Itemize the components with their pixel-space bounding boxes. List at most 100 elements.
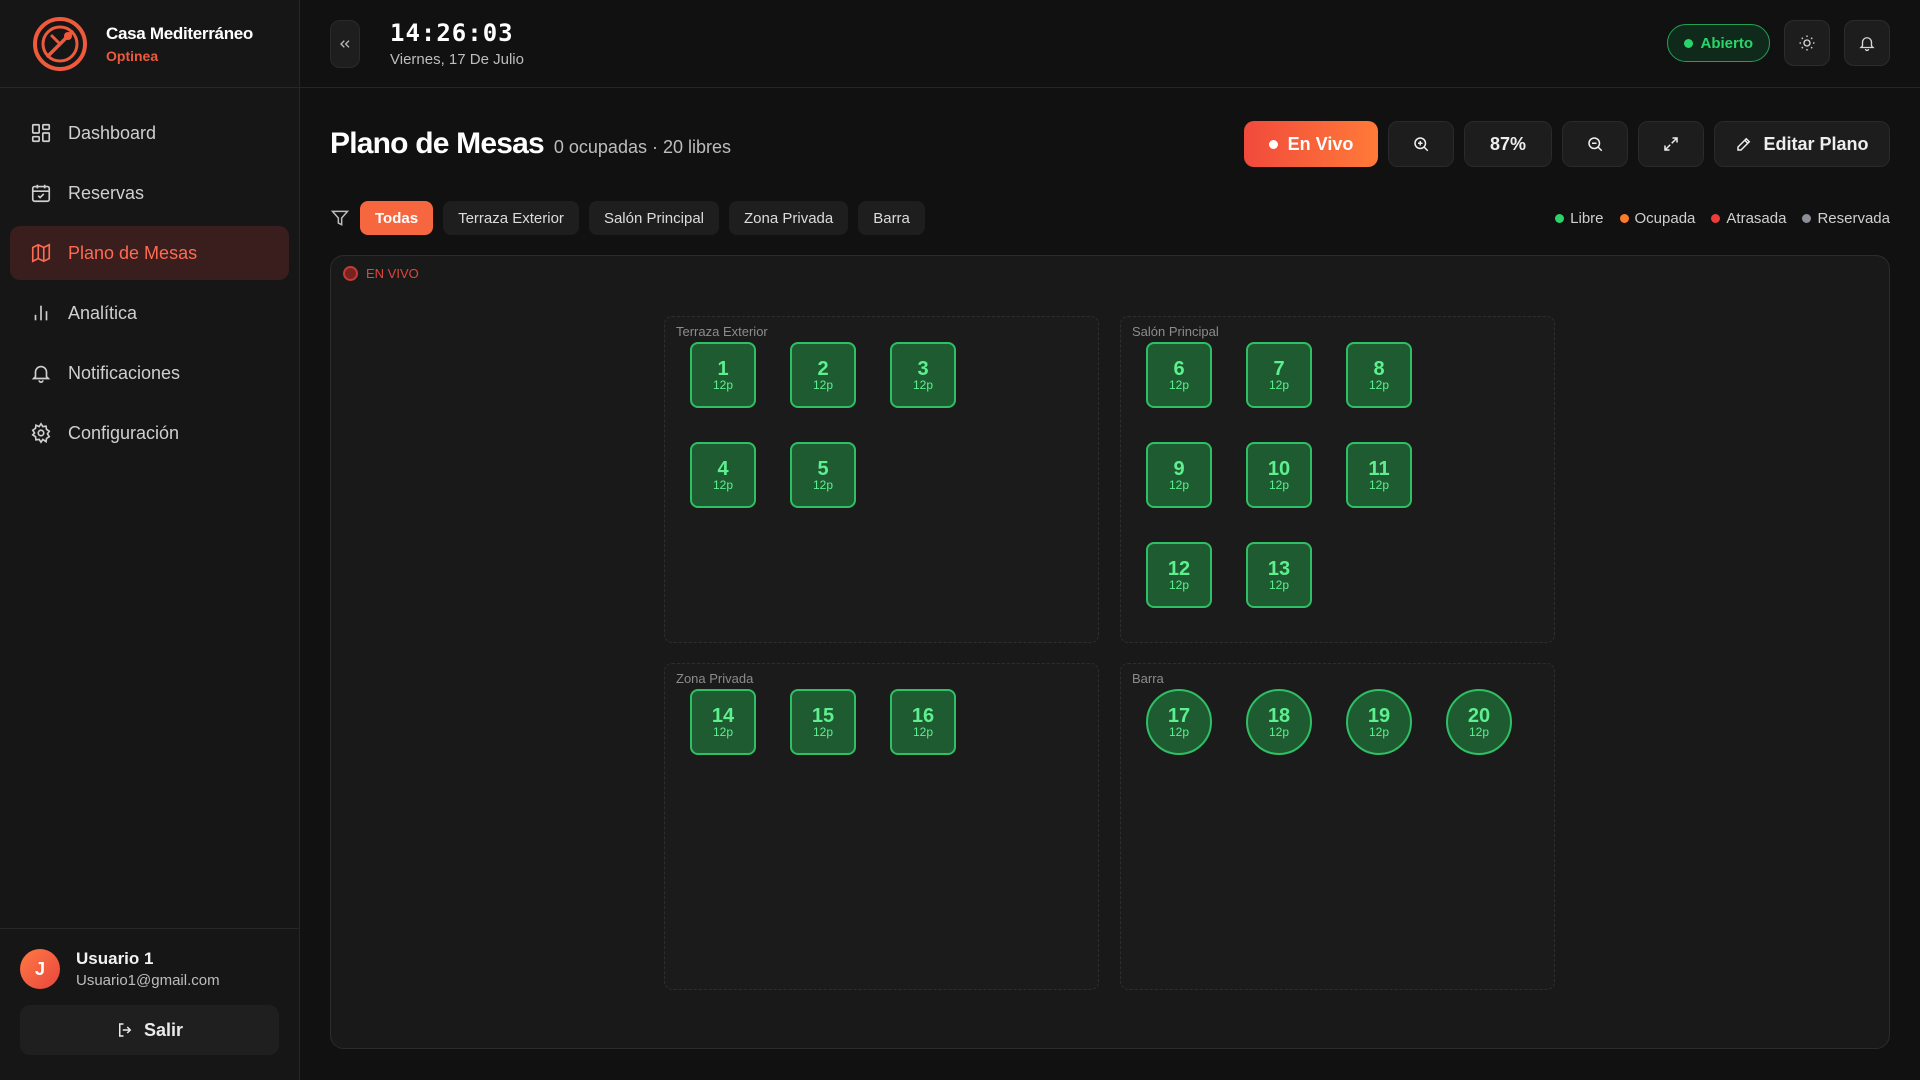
table-number: 20 (1467, 704, 1491, 727)
table-capacity: 12p (1368, 377, 1390, 392)
zoom-level: 87% (1464, 121, 1552, 167)
zoom-in-icon (1414, 137, 1429, 152)
notifications-button[interactable] (1844, 20, 1890, 66)
table-capacity: 12p (1168, 577, 1190, 592)
legend-item-ocupada: Ocupada (1619, 210, 1695, 227)
zone-label: Zona Privada (676, 671, 754, 686)
fullscreen-button[interactable] (1638, 121, 1704, 167)
restaurant-logo-icon (33, 16, 87, 71)
table-8[interactable]: 8 12p (1346, 342, 1412, 408)
filter-chip-todas[interactable]: Todas (360, 201, 434, 235)
bar-chart-icon (34, 305, 48, 321)
table-number: 1 (717, 357, 729, 380)
table-11[interactable]: 11 12p (1346, 442, 1412, 508)
table-number: 5 (817, 457, 829, 480)
table-7[interactable]: 7 12p (1246, 342, 1312, 408)
page-title: Plano de Mesas (330, 127, 545, 160)
table-1[interactable]: 1 12p (690, 342, 756, 408)
filter-chip-salon-principal[interactable]: Salón Principal (588, 201, 719, 235)
table-2[interactable]: 2 12p (790, 342, 856, 408)
table-number: 7 (1273, 357, 1285, 380)
legend-label: Libre (1570, 209, 1604, 227)
sidebar-item-label: Analítica (68, 302, 138, 323)
zoom-in-button[interactable] (1388, 121, 1454, 167)
logout-button[interactable]: Salir (20, 1005, 279, 1055)
zone-barra: Barra 17 12p 18 12p 19 12p 20 12p (1120, 663, 1555, 990)
sidebar-item-notificaciones[interactable]: Notificaciones (10, 346, 289, 400)
current-time: 14:26:03 (390, 19, 514, 47)
brand-subtitle: Optinea (106, 47, 159, 64)
sidebar-item-configuracion[interactable]: Configuración (10, 406, 289, 460)
zoom-out-button[interactable] (1562, 121, 1628, 167)
expand-icon (1664, 137, 1678, 151)
floor-toolbar: En Vivo 87% Editar Plano (1244, 121, 1890, 167)
table-number: 6 (1173, 357, 1185, 380)
table-capacity: 12p (1368, 724, 1390, 739)
sidebar-item-dashboard[interactable]: Dashboard (10, 106, 289, 160)
table-number: 16 (911, 704, 935, 727)
sun-icon (1799, 35, 1815, 51)
table-number: 3 (917, 357, 929, 380)
edit-plan-button[interactable]: Editar Plano (1714, 121, 1890, 167)
table-number: 8 (1373, 357, 1385, 380)
table-6[interactable]: 6 12p (1146, 342, 1212, 408)
brand[interactable]: Casa Mediterráneo Optinea (0, 0, 299, 88)
sidebar-item-label: Notificaciones (68, 362, 181, 383)
table-number: 2 (817, 357, 829, 380)
avatar: J (20, 949, 60, 989)
table-capacity: 12p (1168, 724, 1190, 739)
table-9[interactable]: 9 12p (1146, 442, 1212, 508)
status-label: Abierto (1700, 34, 1754, 52)
table-number: 12 (1167, 557, 1191, 580)
live-button[interactable]: En Vivo (1244, 121, 1378, 167)
table-number: 18 (1267, 704, 1291, 727)
sidebar-item-plano-de-mesas[interactable]: Plano de Mesas (10, 226, 289, 280)
table-capacity: 12p (812, 477, 834, 492)
edit-plan-label: Editar Plano (1763, 133, 1869, 154)
table-capacity: 12p (712, 377, 734, 392)
table-number: 4 (717, 457, 729, 480)
table-19[interactable]: 19 12p (1346, 689, 1412, 755)
grid-icon (31, 123, 51, 143)
legend-item-atrasada: Atrasada (1711, 210, 1786, 227)
collapse-sidebar-button[interactable] (330, 19, 360, 68)
table-17[interactable]: 17 12p (1146, 689, 1212, 755)
sidebar-item-analitica[interactable]: Analítica (10, 286, 289, 340)
topbar: 14:26:03 Viernes, 17 De Julio Abierto (300, 0, 1920, 88)
user-profile[interactable]: J Usuario 1 Usuario1@gmail.com (20, 949, 279, 989)
status-legend: Libre Ocupada Atrasada Reservada (1555, 200, 1890, 236)
table-4[interactable]: 4 12p (690, 442, 756, 508)
sidebar-item-label: Plano de Mesas (68, 242, 198, 263)
table-capacity: 12p (712, 477, 734, 492)
filter-chip-terraza-exterior[interactable]: Terraza Exterior (443, 201, 579, 235)
table-15[interactable]: 15 12p (790, 689, 856, 755)
theme-toggle-button[interactable] (1784, 20, 1830, 66)
table-10[interactable]: 10 12p (1246, 442, 1312, 508)
table-capacity: 12p (812, 724, 834, 739)
table-number: 11 (1368, 457, 1390, 480)
table-number: 14 (711, 704, 735, 727)
sidebar-nav: Dashboard Reservas Plano de Mesas Analít… (0, 88, 299, 460)
table-5[interactable]: 5 12p (790, 442, 856, 508)
table-20[interactable]: 20 12p (1446, 689, 1512, 755)
floor-plan-canvas[interactable]: EN VIVO Terraza Exterior 1 12p 2 12p 3 12p … (330, 255, 1890, 1049)
legend-item-libre: Libre (1555, 209, 1604, 227)
table-12[interactable]: 12 12p (1146, 542, 1212, 608)
filter-chip-zona-privada[interactable]: Zona Privada (729, 201, 849, 235)
table-capacity: 12p (1368, 477, 1390, 492)
zone-filter-bar: Todas Terraza Exterior Salón Principal Z… (330, 200, 1890, 236)
table-3[interactable]: 3 12p (890, 342, 956, 408)
live-label: En Vivo (1287, 133, 1354, 154)
bell-icon (31, 365, 51, 383)
table-18[interactable]: 18 12p (1246, 689, 1312, 755)
zone-zona-privada: Zona Privada 14 12p 15 12p 16 12p (664, 663, 1099, 990)
zone-label: Terraza Exterior (676, 324, 768, 339)
status-badge[interactable]: Abierto (1666, 24, 1770, 62)
logout-label: Salir (143, 1019, 184, 1040)
table-14[interactable]: 14 12p (690, 689, 756, 755)
table-capacity: 12p (1268, 477, 1290, 492)
filter-chip-barra[interactable]: Barra (858, 201, 925, 235)
table-13[interactable]: 13 12p (1246, 542, 1312, 608)
sidebar-item-reservas[interactable]: Reservas (10, 166, 289, 220)
table-16[interactable]: 16 12p (890, 689, 956, 755)
